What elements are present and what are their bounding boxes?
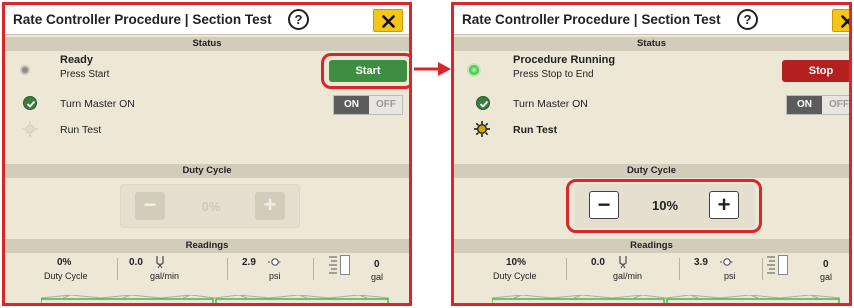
tank-level-icon [329, 256, 337, 274]
flow-icon [156, 256, 164, 269]
pressure-icon [720, 258, 734, 266]
reading-pressure-value: 3.9 [694, 257, 708, 268]
readings-header: Readings [454, 239, 849, 253]
tank-level-gauge [778, 255, 788, 275]
status-header: Status [454, 37, 849, 51]
window-title: Rate Controller Procedure | Section Test [13, 12, 272, 27]
window-title: Rate Controller Procedure | Section Test [462, 12, 721, 27]
run-test-active-icon [474, 121, 490, 137]
toggle-on-option[interactable]: ON [334, 96, 369, 114]
transition-arrow [414, 62, 451, 76]
status-title: Ready [60, 54, 94, 66]
reading-duty-unit: Duty Cycle [493, 271, 537, 281]
start-button-highlight [321, 53, 409, 89]
reading-flow-unit: gal/min [613, 271, 643, 281]
duty-cycle-value: 0% [201, 199, 221, 214]
status-led-on [467, 63, 481, 77]
title-bar: Rate Controller Procedure | Section Test… [454, 5, 849, 35]
duty-plus-button[interactable]: + [255, 192, 285, 220]
status-led-off [20, 65, 30, 75]
reading-volume-value: 0 [823, 259, 829, 270]
reading-separator [679, 258, 680, 280]
duty-cycle-header: Duty Cycle [5, 164, 409, 178]
reading-duty-value: 0% [57, 257, 72, 268]
status-header: Status [5, 37, 409, 51]
reading-pressure-value: 2.9 [242, 257, 256, 268]
help-icon[interactable]: ? [737, 9, 758, 30]
flow-icon [619, 256, 627, 269]
check-circle-icon [23, 96, 37, 110]
stepper-highlight [566, 179, 762, 233]
tank-level-gauge [340, 255, 350, 275]
reading-separator [762, 258, 763, 280]
ready-screen-panel: Rate Controller Procedure | Section Test… [2, 2, 412, 306]
status-subtitle: Press Stop to End [513, 69, 594, 80]
boom-sections-graphic [492, 295, 840, 303]
boom-sections-graphic [41, 295, 389, 303]
turn-master-on-label: Turn Master ON [513, 98, 588, 110]
reading-separator [566, 258, 567, 280]
title-bar: Rate Controller Procedure | Section Test… [5, 5, 409, 35]
reading-flow-unit: gal/min [150, 271, 180, 281]
reading-duty-unit: Duty Cycle [44, 271, 88, 281]
stop-button[interactable]: Stop [782, 60, 849, 82]
readings-row: 0% Duty Cycle 0.0 gal/min 2.9 psi 0 gal [5, 255, 409, 295]
toggle-off-option[interactable]: OFF [369, 96, 403, 114]
close-button[interactable] [832, 9, 849, 32]
toggle-off-option[interactable]: OFF [822, 96, 849, 114]
pressure-icon [268, 258, 282, 266]
help-icon[interactable]: ? [288, 9, 309, 30]
reading-duty-value: 10% [506, 257, 527, 268]
turn-master-on-label: Turn Master ON [60, 98, 135, 110]
readings-header: Readings [5, 239, 409, 253]
run-test-label: Run Test [60, 124, 102, 136]
reading-separator [117, 258, 118, 280]
reading-pressure-unit: psi [269, 271, 281, 281]
readings-row: 10% Duty Cycle 0.0 gal/min 3.9 psi 0 gal [454, 255, 849, 295]
status-title: Procedure Running [513, 54, 616, 66]
reading-separator [313, 258, 314, 280]
reading-flow-value: 0.0 [129, 257, 143, 268]
close-x-icon [841, 15, 849, 28]
check-circle-icon [476, 96, 490, 110]
reading-volume-unit: gal [820, 272, 833, 282]
master-toggle[interactable]: ON OFF [786, 95, 849, 115]
running-screen-panel: Rate Controller Procedure | Section Test… [451, 2, 852, 306]
reading-pressure-unit: psi [724, 271, 736, 281]
tank-level-icon [767, 256, 775, 274]
duty-cycle-header: Duty Cycle [454, 164, 849, 178]
toggle-on-option[interactable]: ON [787, 96, 822, 114]
run-test-label: Run Test [513, 124, 558, 136]
run-test-idle-icon [22, 121, 38, 137]
duty-cycle-stepper: − 0% + [120, 184, 300, 228]
duty-minus-button[interactable]: − [135, 192, 165, 220]
reading-volume-unit: gal [371, 272, 384, 282]
status-subtitle: Press Start [60, 69, 110, 80]
reading-separator [227, 258, 228, 280]
reading-volume-value: 0 [374, 259, 380, 270]
close-x-icon [382, 15, 395, 28]
master-toggle[interactable]: ON OFF [333, 95, 403, 115]
reading-flow-value: 0.0 [591, 257, 605, 268]
close-button[interactable] [373, 9, 403, 32]
